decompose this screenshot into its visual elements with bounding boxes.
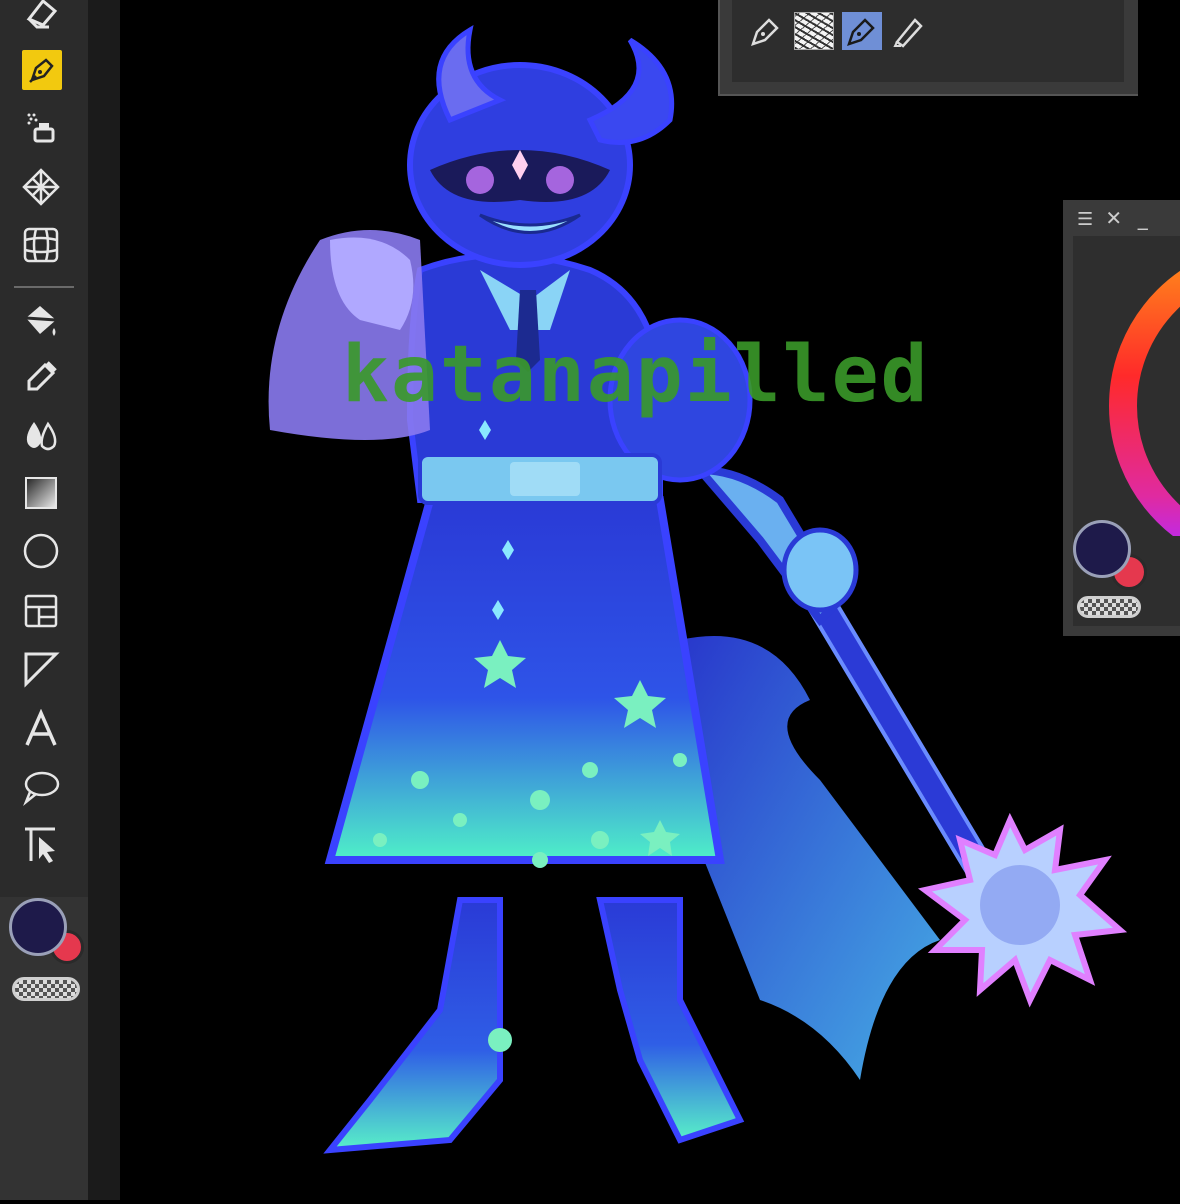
eyedropper-icon[interactable]: [16, 354, 66, 400]
panel-title-bar: ☰ ✕ _: [1077, 206, 1156, 230]
foreground-color-swatch[interactable]: [1073, 520, 1131, 578]
shape-circle-icon[interactable]: [16, 528, 66, 574]
sub-tool-panel-body: [732, 0, 1124, 82]
sub-tool-panel: [718, 0, 1138, 96]
minimize-icon[interactable]: _: [1138, 206, 1156, 230]
foreground-color-swatch[interactable]: [9, 898, 67, 956]
watermark-text: katanapilled: [342, 330, 930, 420]
airbrush-icon[interactable]: [16, 104, 66, 150]
close-icon[interactable]: ✕: [1105, 206, 1127, 230]
color-wheel-panel: ☰ ✕ _: [1063, 200, 1180, 636]
eraser-icon[interactable]: [16, 0, 66, 36]
fill-bucket-icon[interactable]: [16, 298, 66, 344]
gradient-icon[interactable]: [16, 470, 66, 516]
color-wheel-ring[interactable]: [1073, 236, 1180, 536]
sketch-thumbnail-brush[interactable]: [794, 12, 834, 50]
text-icon[interactable]: [16, 706, 66, 752]
ruler-triangle-icon[interactable]: [16, 646, 66, 692]
transparent-color-swatch[interactable]: [1077, 596, 1141, 618]
canvas-gutter: [88, 0, 120, 1200]
menu-icon[interactable]: ☰: [1077, 209, 1095, 230]
grid-transform-icon[interactable]: [16, 222, 66, 268]
selected-pen-brush-icon[interactable]: [842, 12, 882, 50]
blend-drops-icon[interactable]: [16, 412, 66, 458]
drawing-canvas[interactable]: katanapilled: [120, 0, 1180, 1200]
speech-balloon-icon[interactable]: [16, 764, 66, 810]
marker-brush-icon[interactable]: [888, 12, 928, 50]
ink-pen-brush-icon[interactable]: [746, 12, 786, 50]
frame-divider-icon[interactable]: [16, 588, 66, 634]
toolbar-divider: [14, 286, 74, 288]
transparent-color-swatch[interactable]: [12, 977, 80, 1001]
character-artwork: [268, 24, 1128, 1154]
selection-move-icon[interactable]: [16, 822, 66, 868]
pen-icon[interactable]: [22, 50, 62, 90]
pattern-icon[interactable]: [16, 164, 66, 210]
